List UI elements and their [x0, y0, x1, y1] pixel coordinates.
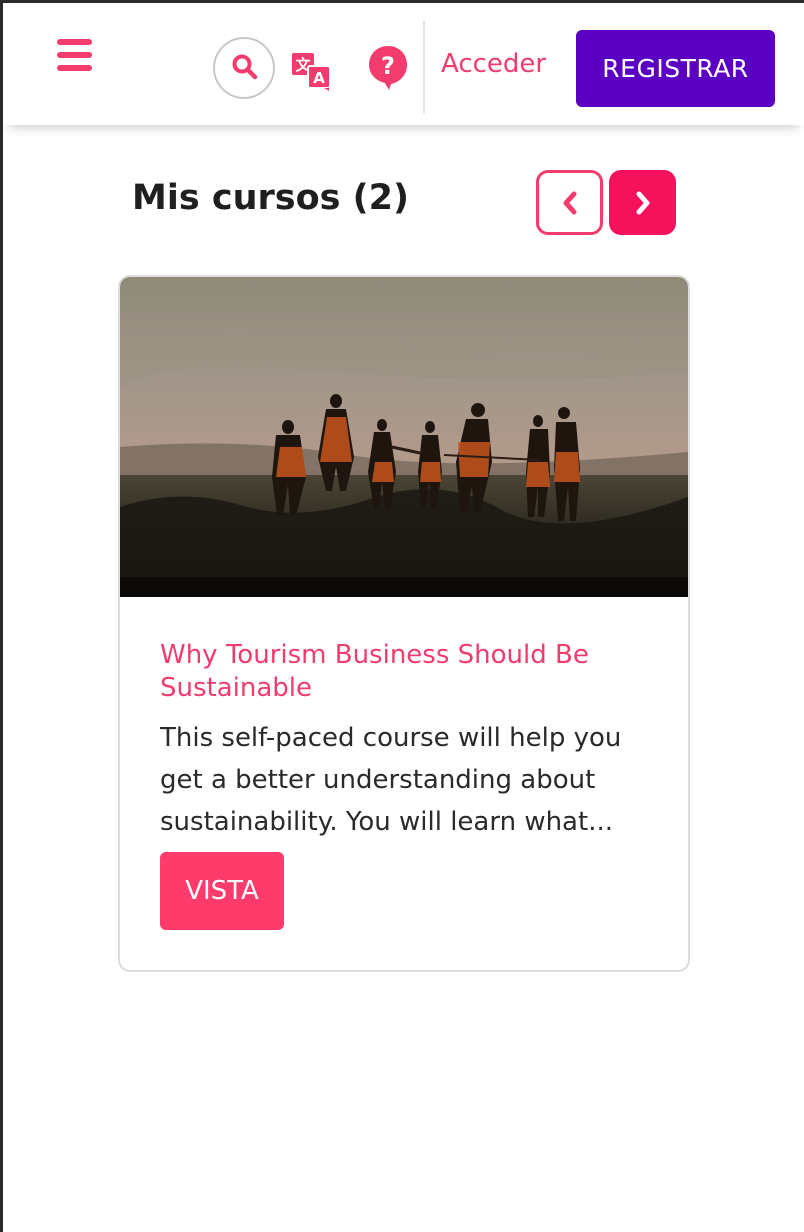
search-icon — [232, 54, 258, 80]
my-courses-title: Mis cursos (2) — [132, 178, 410, 218]
login-link[interactable]: Acceder — [441, 49, 546, 79]
register-button[interactable]: REGISTRAR — [576, 30, 775, 107]
translate-button[interactable]: 文 A — [291, 51, 333, 91]
next-page-button[interactable] — [609, 170, 676, 235]
svg-text:?: ? — [381, 52, 395, 80]
course-title-link[interactable]: Why Tourism Business Should Be Sustainab… — [160, 639, 640, 705]
hamburger-menu-icon[interactable] — [55, 35, 95, 75]
course-thumbnail-image — [120, 277, 688, 597]
course-card: Why Tourism Business Should Be Sustainab… — [118, 275, 690, 972]
help-icon: ? — [369, 46, 407, 90]
help-button[interactable]: ? — [367, 45, 409, 91]
header-divider — [423, 21, 425, 113]
chevron-left-icon — [563, 191, 576, 214]
course-description: This self-paced course will help you get… — [160, 723, 622, 837]
search-button[interactable] — [213, 37, 275, 99]
svg-text:A: A — [313, 69, 325, 87]
chevron-right-icon — [636, 191, 649, 214]
course-thumbnail[interactable] — [120, 277, 688, 597]
view-course-button[interactable]: VISTA — [160, 852, 284, 930]
top-navbar: 文 A ? Acceder REGISTRAR — [3, 3, 804, 125]
previous-page-button[interactable] — [536, 170, 603, 235]
translate-icon: 文 A — [292, 53, 331, 91]
